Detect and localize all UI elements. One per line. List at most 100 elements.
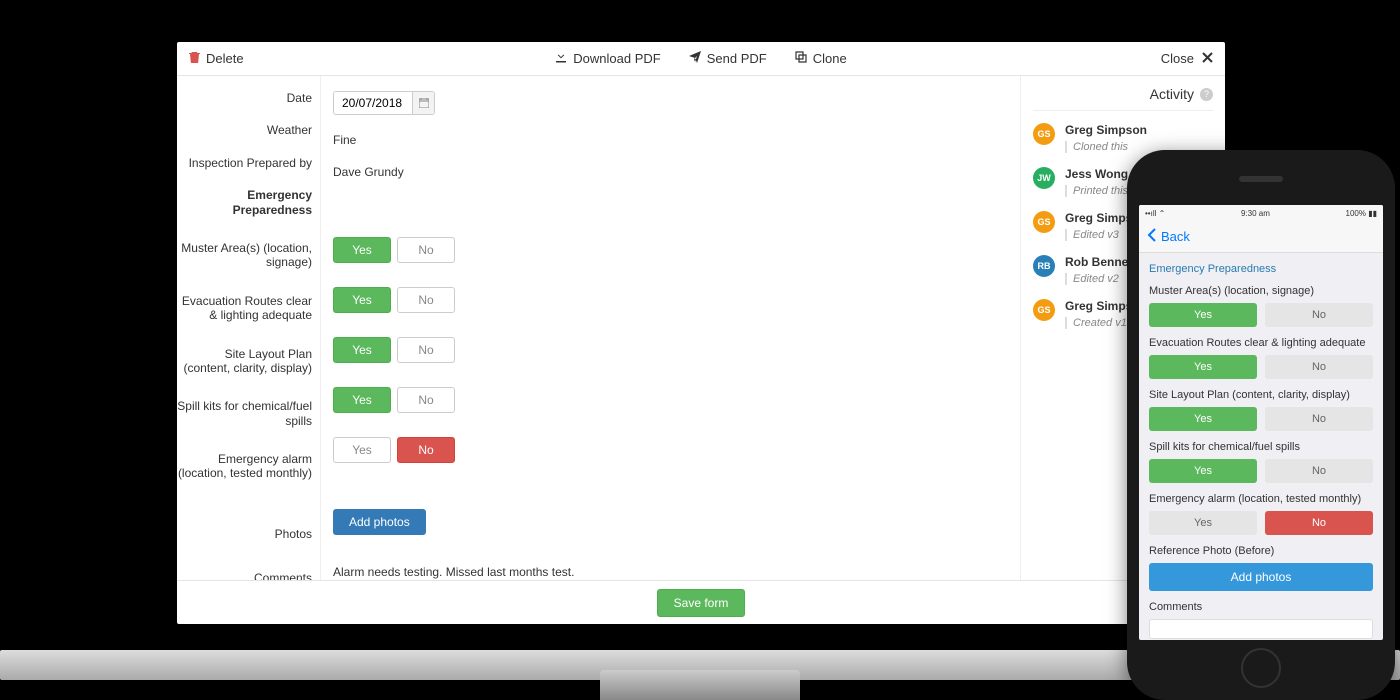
send-pdf-label: Send PDF	[707, 51, 767, 66]
phone-q3-yes[interactable]: Yes	[1149, 407, 1257, 431]
phone-q4-no[interactable]: No	[1265, 459, 1373, 483]
phone-content: Emergency Preparedness Muster Area(s) (l…	[1139, 253, 1383, 640]
phone-q5-no[interactable]: No	[1265, 511, 1373, 535]
q2-label: Evacuation Routes clear & lighting adequ…	[177, 294, 312, 347]
q5-label: Emergency alarm (location, tested monthl…	[177, 452, 312, 527]
q4-label: Spill kits for chemical/fuel spills	[177, 399, 312, 452]
phone-add-photos-button[interactable]: Add photos	[1149, 563, 1373, 591]
q5-yesno: Yes No	[333, 437, 455, 463]
phone-q5-label: Emergency alarm (location, tested monthl…	[1149, 493, 1373, 505]
activity-action: Edited v2	[1065, 273, 1136, 285]
date-input[interactable]	[333, 91, 435, 115]
weather-label: Weather	[177, 123, 312, 155]
calendar-icon[interactable]	[412, 92, 434, 114]
close-button[interactable]: Close	[1161, 51, 1213, 66]
activity-name: Jess Wong	[1065, 167, 1128, 181]
q1-no-button[interactable]: No	[397, 237, 455, 263]
comments-value: Alarm needs testing. Missed last months …	[333, 565, 1008, 580]
monitor-stand	[600, 670, 800, 700]
send-icon	[689, 51, 701, 66]
avatar: GS	[1033, 211, 1055, 233]
activity-header: Activity ?	[1033, 86, 1213, 111]
q1-yes-button[interactable]: Yes	[333, 237, 391, 263]
phone-q4-yes[interactable]: Yes	[1149, 459, 1257, 483]
phone-q3-yesno: Yes No	[1149, 407, 1373, 431]
clone-icon	[795, 51, 807, 66]
clone-button[interactable]: Clone	[795, 51, 847, 66]
q2-yes-button[interactable]: Yes	[333, 287, 391, 313]
phone-home-button[interactable]	[1241, 648, 1281, 688]
phone-device: ••ıll ⌃ 9:30 am 100% ▮▮ Back Emergency P…	[1127, 150, 1395, 700]
prepared-by-label: Inspection Prepared by	[177, 156, 312, 188]
back-label: Back	[1161, 229, 1190, 244]
activity-action: Printed this	[1065, 185, 1128, 197]
phone-q3-no[interactable]: No	[1265, 407, 1373, 431]
phone-comments-label: Comments	[1149, 601, 1373, 613]
phone-section-title: Emergency Preparedness	[1149, 263, 1373, 275]
download-icon	[555, 51, 567, 66]
phone-q2-no[interactable]: No	[1265, 355, 1373, 379]
phone-screen: ••ıll ⌃ 9:30 am 100% ▮▮ Back Emergency P…	[1139, 205, 1383, 640]
phone-battery: 100% ▮▮	[1346, 209, 1378, 218]
download-pdf-label: Download PDF	[573, 51, 660, 66]
phone-status-bar: ••ıll ⌃ 9:30 am 100% ▮▮	[1139, 205, 1383, 221]
phone-comments-input[interactable]	[1149, 619, 1373, 639]
avatar: JW	[1033, 167, 1055, 189]
delete-button[interactable]: Delete	[189, 51, 244, 66]
activity-name: Greg Simpson	[1065, 123, 1147, 137]
activity-item: GS Greg Simpson Cloned this	[1033, 123, 1213, 153]
add-photos-button[interactable]: Add photos	[333, 509, 426, 535]
toolbar: Delete Download PDF Send PDF Clone	[177, 42, 1225, 76]
q3-no-button[interactable]: No	[397, 337, 455, 363]
phone-q3-label: Site Layout Plan (content, clarity, disp…	[1149, 389, 1373, 401]
avatar: GS	[1033, 299, 1055, 321]
activity-action: Cloned this	[1065, 141, 1147, 153]
q4-yesno: Yes No	[333, 387, 455, 413]
photos-label: Photos	[177, 527, 312, 571]
phone-q2-label: Evacuation Routes clear & lighting adequ…	[1149, 337, 1373, 349]
close-icon	[1202, 51, 1213, 66]
trash-icon	[189, 51, 200, 66]
date-label: Date	[177, 91, 312, 123]
phone-q2-yes[interactable]: Yes	[1149, 355, 1257, 379]
phone-q4-label: Spill kits for chemical/fuel spills	[1149, 441, 1373, 453]
section-title: Emergency Preparedness	[177, 188, 312, 241]
phone-time: 9:30 am	[1241, 209, 1270, 218]
phone-nav-bar[interactable]: Back	[1139, 221, 1383, 253]
phone-speaker	[1239, 176, 1283, 182]
delete-label: Delete	[206, 51, 244, 66]
q4-no-button[interactable]: No	[397, 387, 455, 413]
phone-ref-photo-label: Reference Photo (Before)	[1149, 545, 1373, 557]
date-field[interactable]	[334, 92, 412, 114]
phone-q5-yes[interactable]: Yes	[1149, 511, 1257, 535]
activity-title: Activity	[1150, 86, 1194, 102]
send-pdf-button[interactable]: Send PDF	[689, 51, 767, 66]
help-icon[interactable]: ?	[1200, 88, 1213, 101]
comments-label: Comments	[177, 571, 312, 580]
form-area: Date Weather Inspection Prepared by Emer…	[177, 76, 1020, 580]
clone-label: Clone	[813, 51, 847, 66]
q5-no-button[interactable]: No	[397, 437, 455, 463]
q3-yesno: Yes No	[333, 337, 455, 363]
date-row	[333, 91, 1008, 133]
q2-yesno: Yes No	[333, 287, 455, 313]
phone-q5-yesno: Yes No	[1149, 511, 1373, 535]
prepared-by-value: Dave Grundy	[333, 165, 1008, 197]
phone-q1-label: Muster Area(s) (location, signage)	[1149, 285, 1373, 297]
avatar: RB	[1033, 255, 1055, 277]
close-label: Close	[1161, 51, 1194, 66]
q5-yes-button[interactable]: Yes	[333, 437, 391, 463]
save-bar: Save form	[177, 580, 1225, 624]
desktop-app-window: Delete Download PDF Send PDF Clone	[177, 42, 1225, 624]
download-pdf-button[interactable]: Download PDF	[555, 51, 660, 66]
q3-yes-button[interactable]: Yes	[333, 337, 391, 363]
q2-no-button[interactable]: No	[397, 287, 455, 313]
q1-label: Muster Area(s) (location, signage)	[177, 241, 312, 294]
q4-yes-button[interactable]: Yes	[333, 387, 391, 413]
phone-q4-yesno: Yes No	[1149, 459, 1373, 483]
save-form-button[interactable]: Save form	[657, 589, 746, 617]
phone-q1-yes[interactable]: Yes	[1149, 303, 1257, 327]
avatar: GS	[1033, 123, 1055, 145]
phone-q1-no[interactable]: No	[1265, 303, 1373, 327]
chevron-left-icon	[1147, 228, 1157, 245]
